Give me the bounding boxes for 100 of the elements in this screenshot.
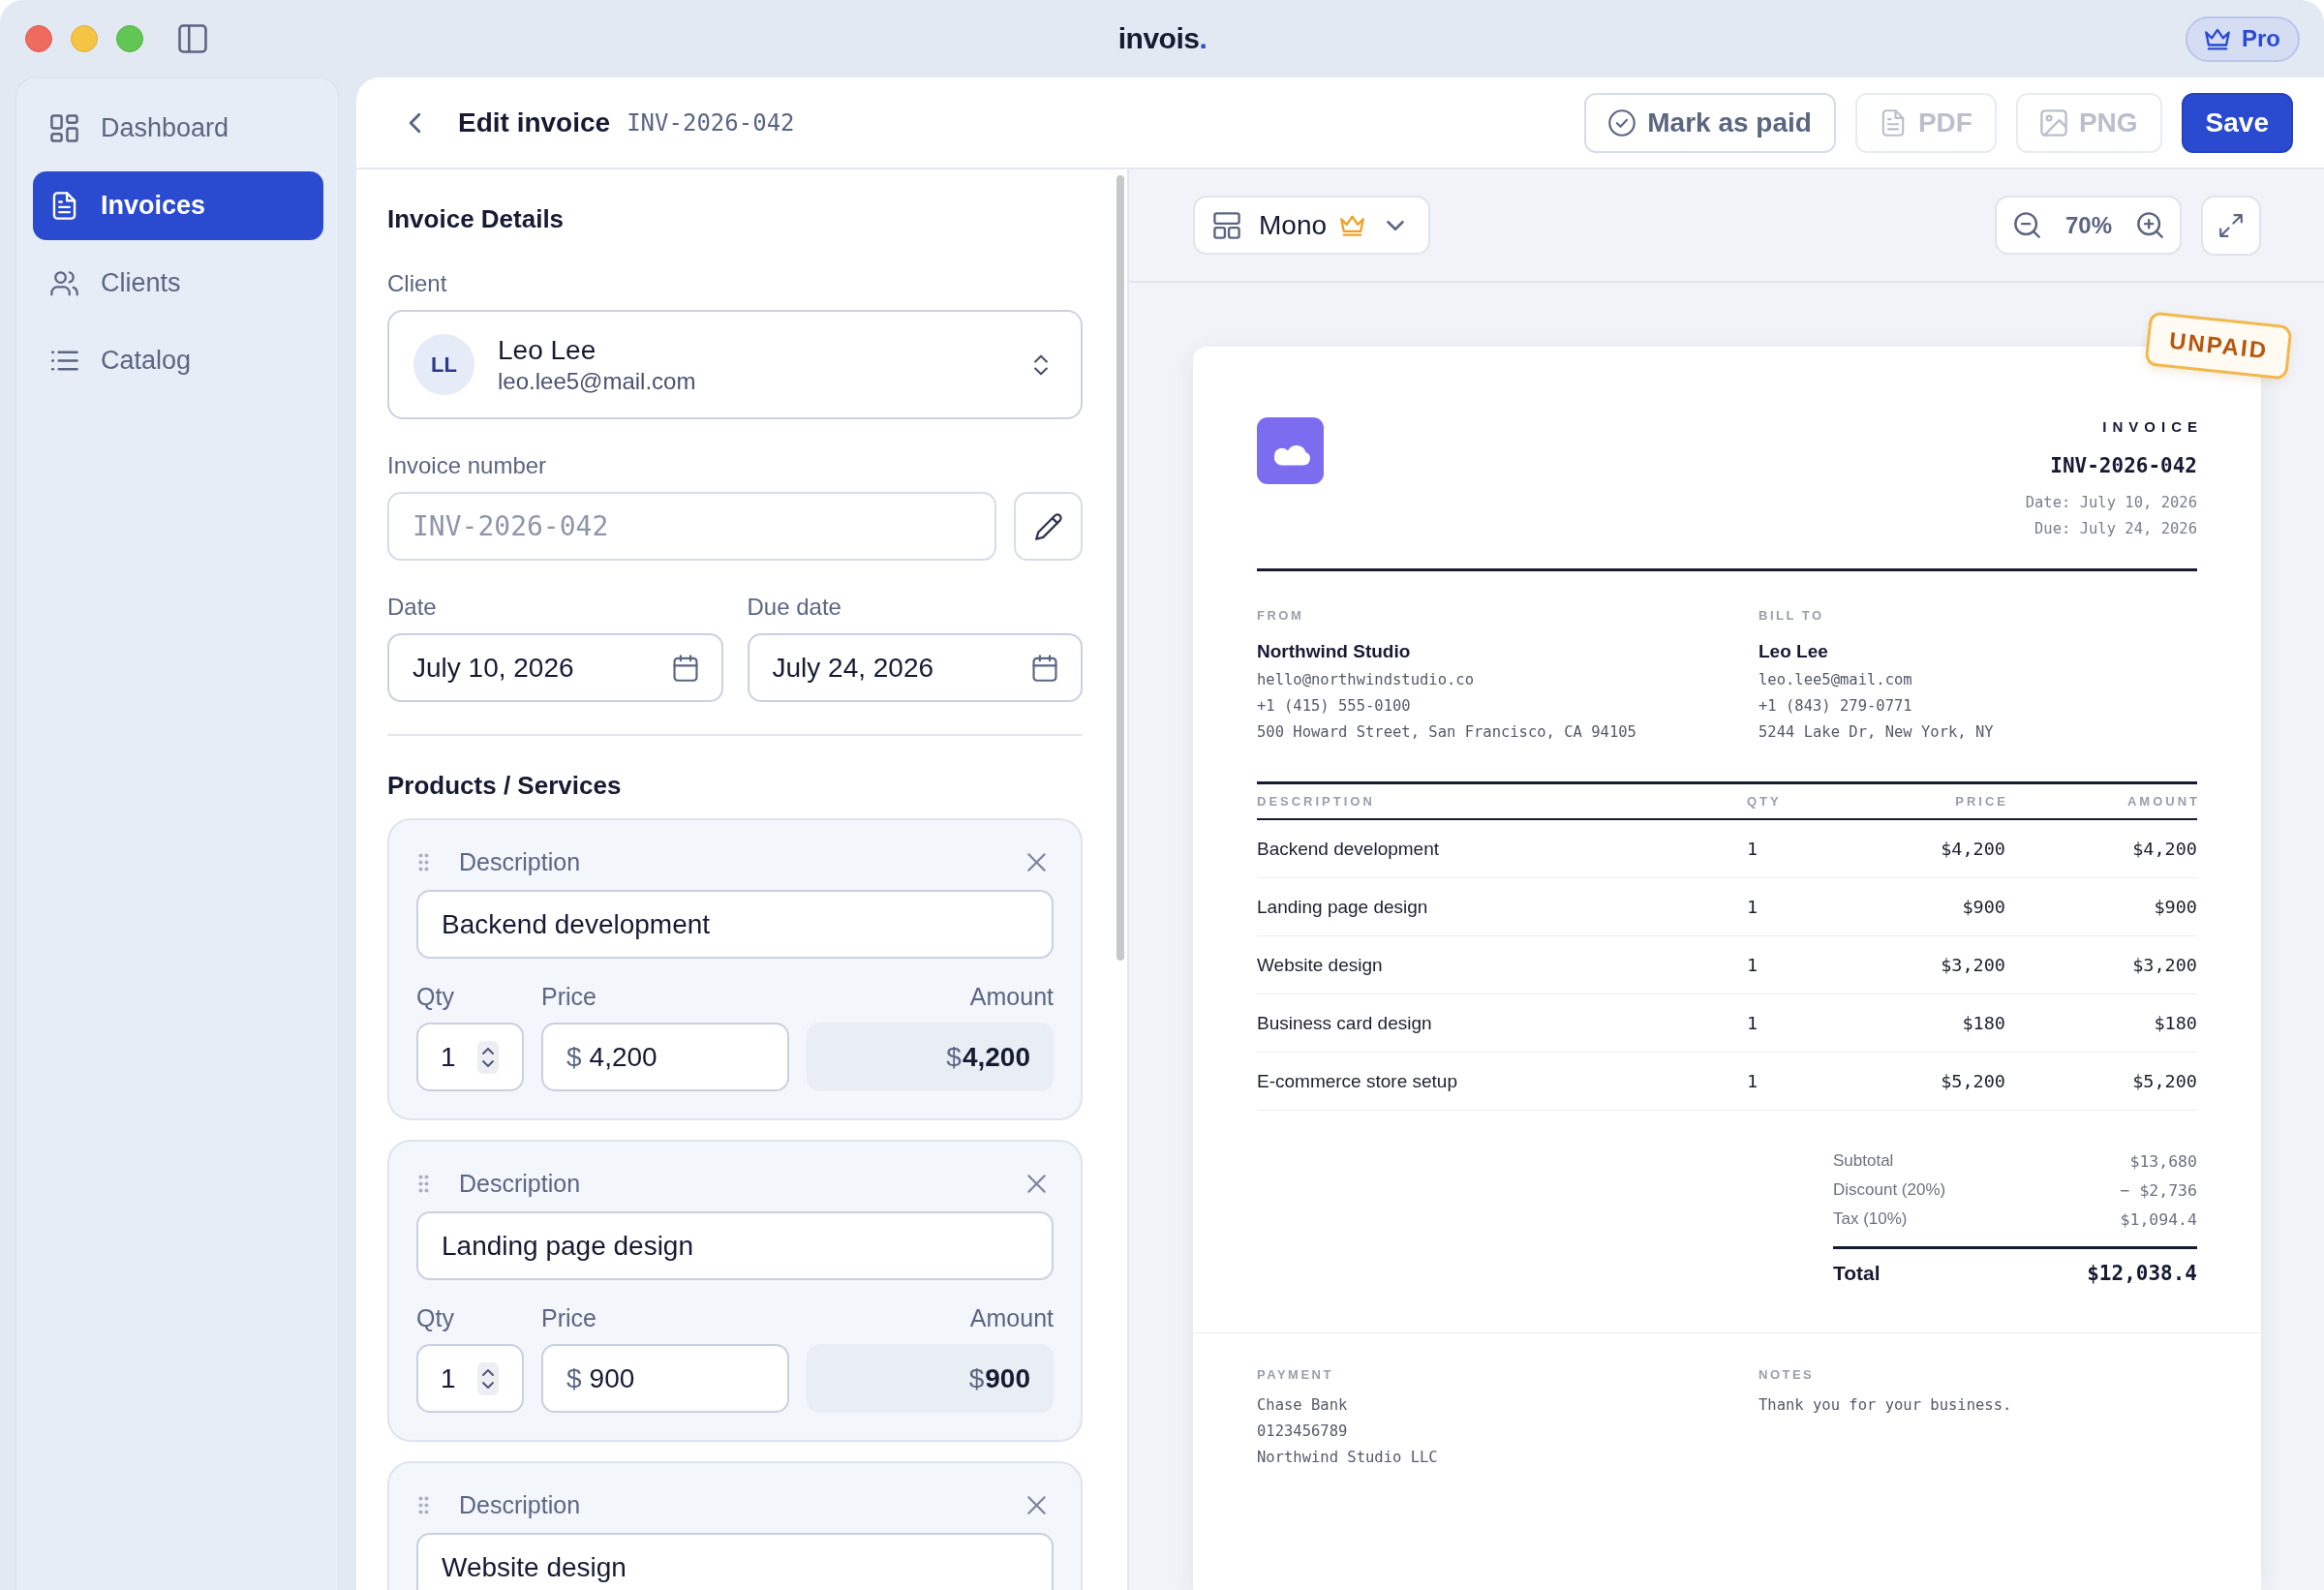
crown-icon <box>2205 27 2230 50</box>
nav-item[interactable]: Invoices <box>33 171 323 240</box>
description-input[interactable]: Backend development <box>416 890 1054 959</box>
table-cell: $3,200 <box>1941 955 2005 975</box>
drag-handle-icon[interactable] <box>418 852 429 871</box>
back-icon[interactable] <box>409 111 421 134</box>
zoom-out-icon[interactable] <box>2013 212 2040 238</box>
drag-handle-icon[interactable] <box>418 1174 429 1193</box>
column-header: AMOUNT <box>2126 794 2200 809</box>
drag-handle-icon[interactable] <box>418 1495 429 1514</box>
client-email: leo.lee5@mail.com <box>498 366 696 396</box>
crown-icon <box>1340 214 1365 236</box>
users-icon <box>50 269 78 297</box>
document-icon <box>50 192 78 220</box>
total-label: Total <box>1833 1262 1881 1285</box>
contact-line: hello@northwindstudio.co <box>1257 670 1474 690</box>
image-icon <box>2039 108 2067 137</box>
field-label: Qty <box>416 1303 454 1332</box>
pro-button[interactable]: Pro <box>2186 15 2300 62</box>
table-cell: $900 <box>2154 897 2197 917</box>
column-header: QTY <box>1747 794 1782 809</box>
table-cell: Business card design <box>1257 1012 1432 1034</box>
contact-line: leo.lee5@mail.com <box>1758 670 1912 690</box>
pencil-icon <box>1034 512 1062 540</box>
edit-button[interactable] <box>1014 492 1083 561</box>
table-cell: $4,200 <box>2132 839 2197 859</box>
nav-item[interactable]: Dashboard <box>33 94 323 163</box>
payment-line: Chase Bank <box>1257 1395 1348 1416</box>
column-header: PRICE <box>1955 794 2008 809</box>
table-cell: $4,200 <box>1941 839 2005 859</box>
dashboard-icon <box>50 114 78 142</box>
nav-item[interactable]: Clients <box>33 249 323 318</box>
total-value: $12,038.4 <box>2087 1262 2197 1285</box>
mark-as-paid-button[interactable]: Mark as paid <box>1584 92 1836 153</box>
close-icon[interactable] <box>1027 852 1046 871</box>
chevron-up-down-icon <box>1034 353 1048 376</box>
expand-button[interactable] <box>2201 195 2261 256</box>
avatar: LL <box>413 334 474 395</box>
field-label: Client <box>387 269 448 298</box>
notes-text: Thank you for your business. <box>1758 1395 2012 1416</box>
table-cell: Backend development <box>1257 838 1439 860</box>
contact-line: +1 (415) 555-0100 <box>1257 696 1411 717</box>
table-cell: 1 <box>1747 1013 1758 1033</box>
invoice-id: INV-2026-042 <box>627 108 795 137</box>
client-select[interactable]: LL Leo Lee leo.lee5@mail.com <box>387 310 1083 419</box>
close-icon[interactable] <box>1027 1495 1046 1514</box>
field-label: Amount <box>969 1303 1054 1332</box>
section-title: Products / Services <box>387 770 623 801</box>
totals-value: $13,680 <box>2129 1151 2197 1171</box>
status-stamp: UNPAID <box>2144 311 2293 381</box>
table-cell: $900 <box>1962 897 2005 917</box>
close-window-icon[interactable] <box>25 25 52 52</box>
client-name: Leo Lee <box>498 333 596 367</box>
document-title: INVOICE <box>2102 417 2203 437</box>
field-label: Description <box>459 847 581 876</box>
price-input[interactable]: $4,200 <box>541 1023 789 1091</box>
field-label: Amount <box>969 982 1054 1011</box>
stepper-icon[interactable] <box>477 1361 499 1395</box>
field-label: Price <box>541 982 596 1011</box>
zoom-level: 70% <box>2064 211 2112 239</box>
field-label: Due date <box>747 593 842 622</box>
date-input[interactable]: July 10, 2026 <box>387 633 723 702</box>
totals-label: Discount (20%) <box>1833 1180 1946 1200</box>
table-cell: Landing page design <box>1257 896 1428 918</box>
price-input[interactable]: $900 <box>541 1344 789 1413</box>
payment-line: Northwind Studio LLC <box>1257 1448 1438 1468</box>
payment-line: 0123456789 <box>1257 1422 1348 1442</box>
template-dropdown[interactable]: Mono <box>1193 196 1431 255</box>
field-label: Date <box>387 593 438 622</box>
field-label: Description <box>459 1169 581 1198</box>
amount-field: $900 <box>806 1344 1054 1413</box>
maximize-window-icon[interactable] <box>116 25 143 52</box>
table-cell: $5,200 <box>1941 1071 2005 1091</box>
quantity-input[interactable]: 1 <box>416 1344 524 1413</box>
calendar-icon <box>672 654 698 682</box>
field-label: Price <box>541 1303 596 1332</box>
due-date-input[interactable]: July 24, 2026 <box>747 633 1083 702</box>
section-title: Invoice Details <box>387 203 566 234</box>
page-title: Edit invoice <box>458 107 611 138</box>
save-button[interactable]: Save <box>2181 92 2293 153</box>
party-name: Northwind Studio <box>1257 640 1411 663</box>
quantity-input[interactable]: 1 <box>416 1023 524 1091</box>
scrollbar-thumb[interactable] <box>1116 175 1124 961</box>
description-input[interactable]: Landing page design <box>416 1211 1054 1280</box>
field-label: Invoice number <box>387 451 548 480</box>
nav-item[interactable]: Catalog <box>33 326 323 395</box>
section-label: BILL TO <box>1758 608 1824 624</box>
stepper-icon[interactable] <box>477 1040 499 1074</box>
amount-field: $4,200 <box>806 1023 1054 1091</box>
field-label: Qty <box>416 982 454 1011</box>
issue-date: Date: July 10, 2026 <box>2025 493 2197 513</box>
table-cell: $5,200 <box>2132 1071 2197 1091</box>
zoom-in-icon[interactable] <box>2137 212 2163 238</box>
close-icon[interactable] <box>1027 1174 1046 1193</box>
table-cell: 1 <box>1747 1071 1758 1091</box>
table-cell: 1 <box>1747 897 1758 917</box>
description-input[interactable]: Website design <box>416 1533 1054 1590</box>
totals-value: $1,094.4 <box>2120 1209 2197 1229</box>
sidebar-toggle-icon[interactable] <box>178 24 207 53</box>
check-circle-icon <box>1608 108 1636 137</box>
